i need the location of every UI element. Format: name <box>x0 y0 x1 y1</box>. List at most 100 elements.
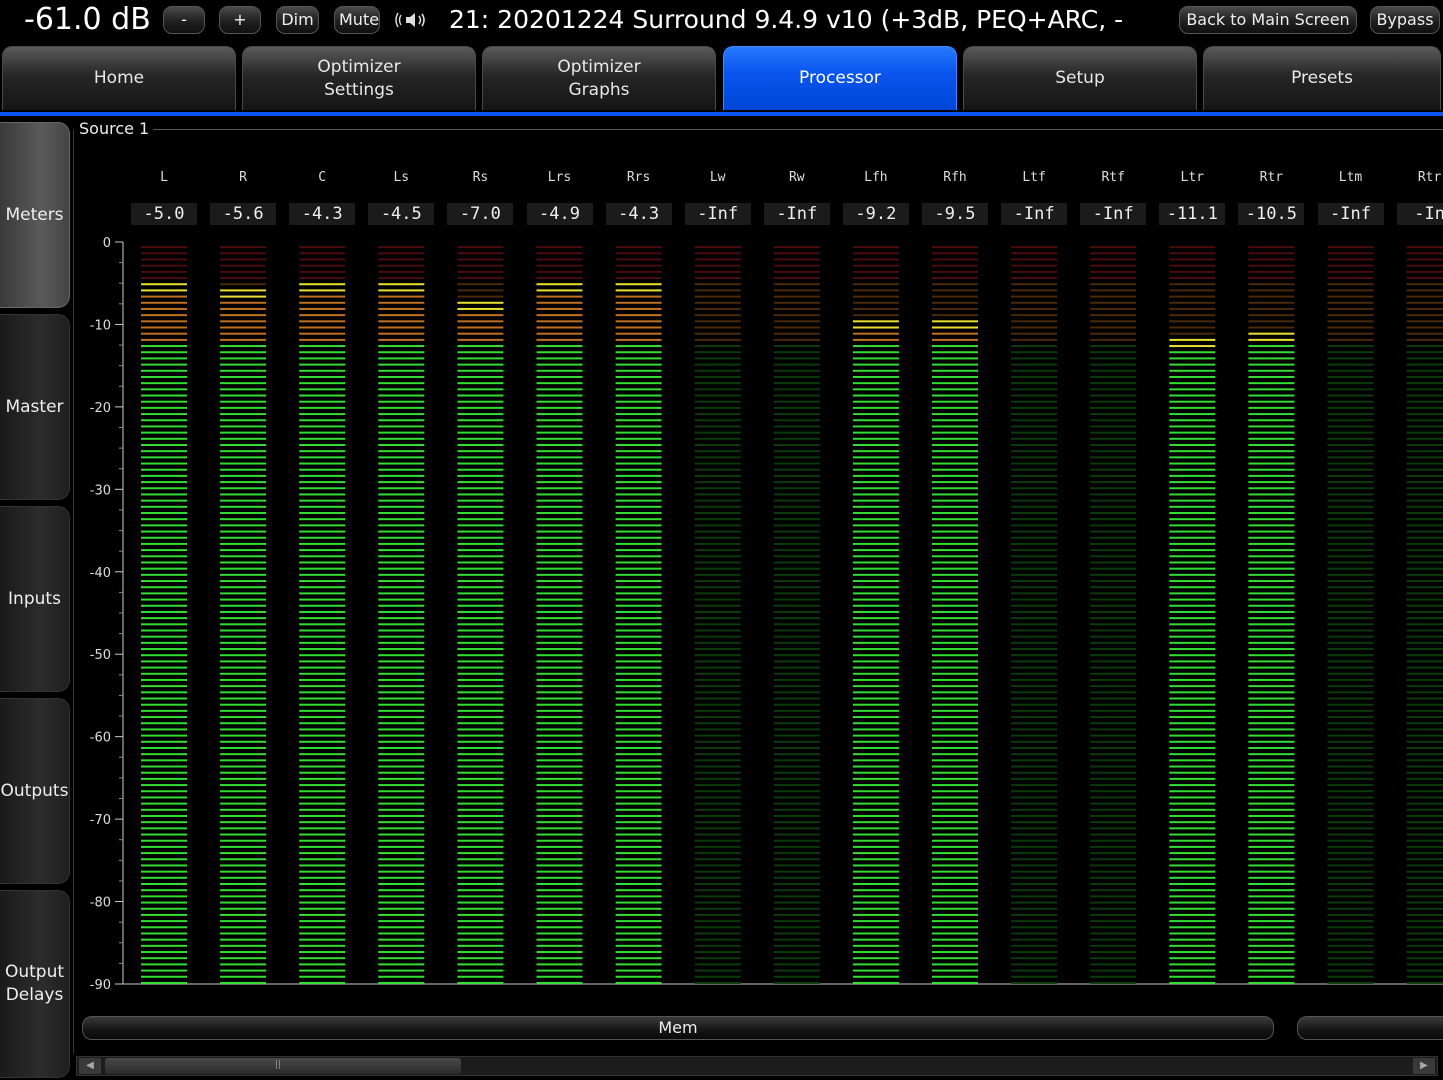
meter-segment <box>1406 691 1443 694</box>
meter-segment <box>932 889 978 892</box>
meter-segment <box>141 252 187 255</box>
meter-segment <box>1011 876 1058 879</box>
meter-segment <box>1327 561 1374 564</box>
meter-segment <box>299 641 346 644</box>
meter-segment <box>220 394 267 397</box>
meter-segment <box>1406 648 1443 651</box>
meter-segment <box>299 691 346 694</box>
meter-segment <box>378 456 425 459</box>
meter-segment <box>1011 474 1058 477</box>
scale-tick-label: -60 <box>90 731 111 746</box>
meter-segment <box>299 635 346 638</box>
meter-segment <box>694 524 741 527</box>
meter-segment <box>694 858 741 861</box>
meter-segment <box>141 617 187 620</box>
meter-segment <box>852 765 899 768</box>
meter-segment <box>299 963 346 966</box>
meter-segment <box>1090 895 1137 898</box>
meter-segment <box>852 746 899 749</box>
meter-segment <box>457 252 504 255</box>
meter-segment <box>220 326 267 329</box>
scroll-right-arrow-icon[interactable]: ▶ <box>1413 1058 1435 1074</box>
meter-segment <box>1248 307 1295 310</box>
meter-segment <box>1090 505 1137 508</box>
horizontal-scrollbar[interactable]: ◀ || ▶ <box>76 1056 1438 1076</box>
meter-segment <box>1090 957 1137 960</box>
meter-segment <box>852 870 899 873</box>
mem-button[interactable]: Mem <box>82 1016 1274 1040</box>
meter-segment <box>773 382 820 385</box>
meter-segment <box>932 672 978 675</box>
meter-segment <box>1248 369 1295 372</box>
meter-segment <box>1248 443 1295 446</box>
meter-segment <box>615 456 662 459</box>
level-meters: 0-10-20-30-40-50-60-70-80-90 <box>90 236 1443 993</box>
meter-segment <box>1248 604 1295 607</box>
meter-segment <box>457 375 504 378</box>
meter-segment <box>932 345 978 348</box>
meter-segment <box>378 876 425 879</box>
meter-segment <box>220 456 267 459</box>
scrollbar-thumb[interactable]: || <box>105 1058 461 1074</box>
meter-segment <box>1406 258 1443 261</box>
meter-segment <box>1090 697 1137 700</box>
meter-segment <box>1406 450 1443 453</box>
meter-segment <box>1169 610 1216 613</box>
meter-segment <box>1011 357 1058 360</box>
meter-segment <box>1406 555 1443 558</box>
meter-segment <box>1011 604 1058 607</box>
meter-segment <box>141 777 187 780</box>
meter-segment <box>1169 648 1216 651</box>
meter-segment <box>1090 944 1137 947</box>
meter-segment <box>1169 821 1216 824</box>
meter-segment <box>378 462 425 465</box>
meter-segment <box>694 536 741 539</box>
meter-segment <box>773 549 820 552</box>
meter-segment <box>932 375 978 378</box>
meter-segment <box>457 746 504 749</box>
meter-segment <box>932 431 978 434</box>
meter-segment <box>378 505 425 508</box>
meter-segment <box>852 907 899 910</box>
meter-segment <box>299 481 346 484</box>
meter-segment <box>1169 493 1216 496</box>
meter-segment <box>694 839 741 842</box>
meter-segment <box>1011 382 1058 385</box>
meter-segment <box>615 963 662 966</box>
meter-segment <box>141 808 187 811</box>
meter-segment <box>220 301 267 304</box>
meter-segment <box>299 468 346 471</box>
meter-segment <box>378 301 425 304</box>
meter-segment <box>615 771 662 774</box>
meter-segment <box>220 926 267 929</box>
meter-segment <box>457 734 504 737</box>
scroll-left-arrow-icon[interactable]: ◀ <box>79 1058 101 1074</box>
meter-segment <box>615 406 662 409</box>
meter-segment <box>141 610 187 613</box>
meter-segment <box>457 598 504 601</box>
meter-segment <box>615 357 662 360</box>
meter-segment <box>457 722 504 725</box>
meter-segment <box>1011 425 1058 428</box>
meter-segment <box>1327 481 1374 484</box>
meter-segment <box>220 283 267 286</box>
meter-segment <box>932 759 978 762</box>
meter-segment <box>1011 895 1058 898</box>
meter-segment <box>1169 462 1216 465</box>
meter-segment <box>1248 784 1295 787</box>
meter-segment <box>536 499 583 502</box>
meter-segment <box>378 827 425 830</box>
secondary-bottom-button[interactable] <box>1297 1016 1443 1040</box>
meter-segment <box>1406 808 1443 811</box>
meter-segment <box>773 524 820 527</box>
meter-segment <box>1090 864 1137 867</box>
meter-segment <box>457 858 504 861</box>
meter-segment <box>536 932 583 935</box>
meter-segment <box>1327 870 1374 873</box>
meter-segment <box>1011 654 1058 657</box>
meter-segment <box>1090 487 1137 490</box>
meter-segment <box>773 487 820 490</box>
meter-segment <box>694 598 741 601</box>
meter-segment <box>141 307 187 310</box>
meter-segment <box>1406 369 1443 372</box>
